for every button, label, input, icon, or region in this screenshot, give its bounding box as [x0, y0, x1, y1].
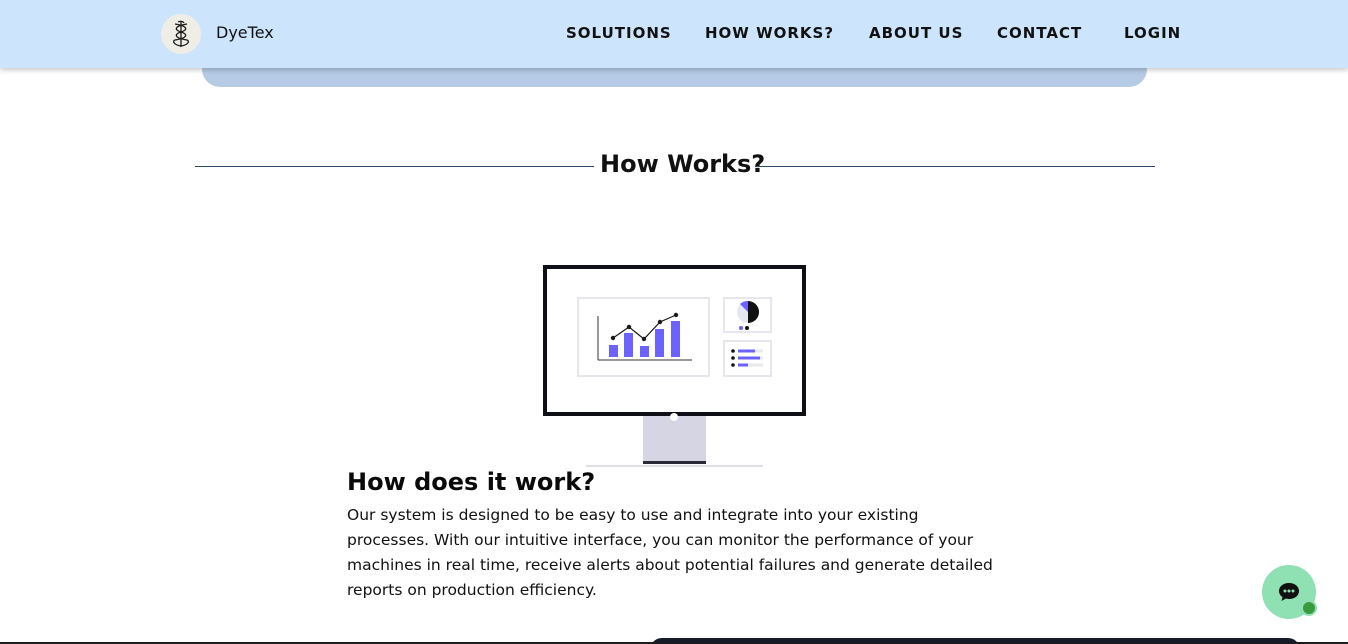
nav-solutions[interactable]: SOLUTIONS [566, 24, 672, 42]
nav-how-works[interactable]: HOW WORKS? [705, 24, 834, 42]
page: DyeTex SOLUTIONS HOW WORKS? ABOUT US CON… [0, 0, 1348, 644]
brand-name[interactable]: DyeTex [216, 23, 274, 42]
dashboard-monitor-illustration [543, 265, 806, 467]
online-status-indicator [1301, 600, 1317, 616]
nav-login[interactable]: LOGIN [1124, 24, 1181, 42]
dna-helix-icon [173, 20, 189, 47]
divider-right [755, 166, 1155, 167]
nav-about-us[interactable]: ABOUT US [869, 24, 963, 42]
section-title: How Works? [600, 150, 766, 178]
chart-bar-4 [655, 329, 664, 357]
nav-contact[interactable]: CONTACT [997, 24, 1082, 42]
chart-bar-2 [624, 333, 633, 357]
how-it-works-heading: How does it work? [347, 468, 596, 496]
chart-bar-3 [640, 346, 649, 357]
chart-bar-1 [609, 345, 618, 357]
chart-bar-5 [671, 321, 680, 357]
divider-left [195, 166, 594, 167]
site-header: DyeTex SOLUTIONS HOW WORKS? ABOUT US CON… [0, 0, 1348, 68]
chat-bubble-icon [1279, 583, 1299, 601]
how-it-works-description: Our system is designed to be easy to use… [347, 506, 993, 599]
logo[interactable] [161, 14, 201, 54]
monitor-stand [643, 415, 706, 463]
